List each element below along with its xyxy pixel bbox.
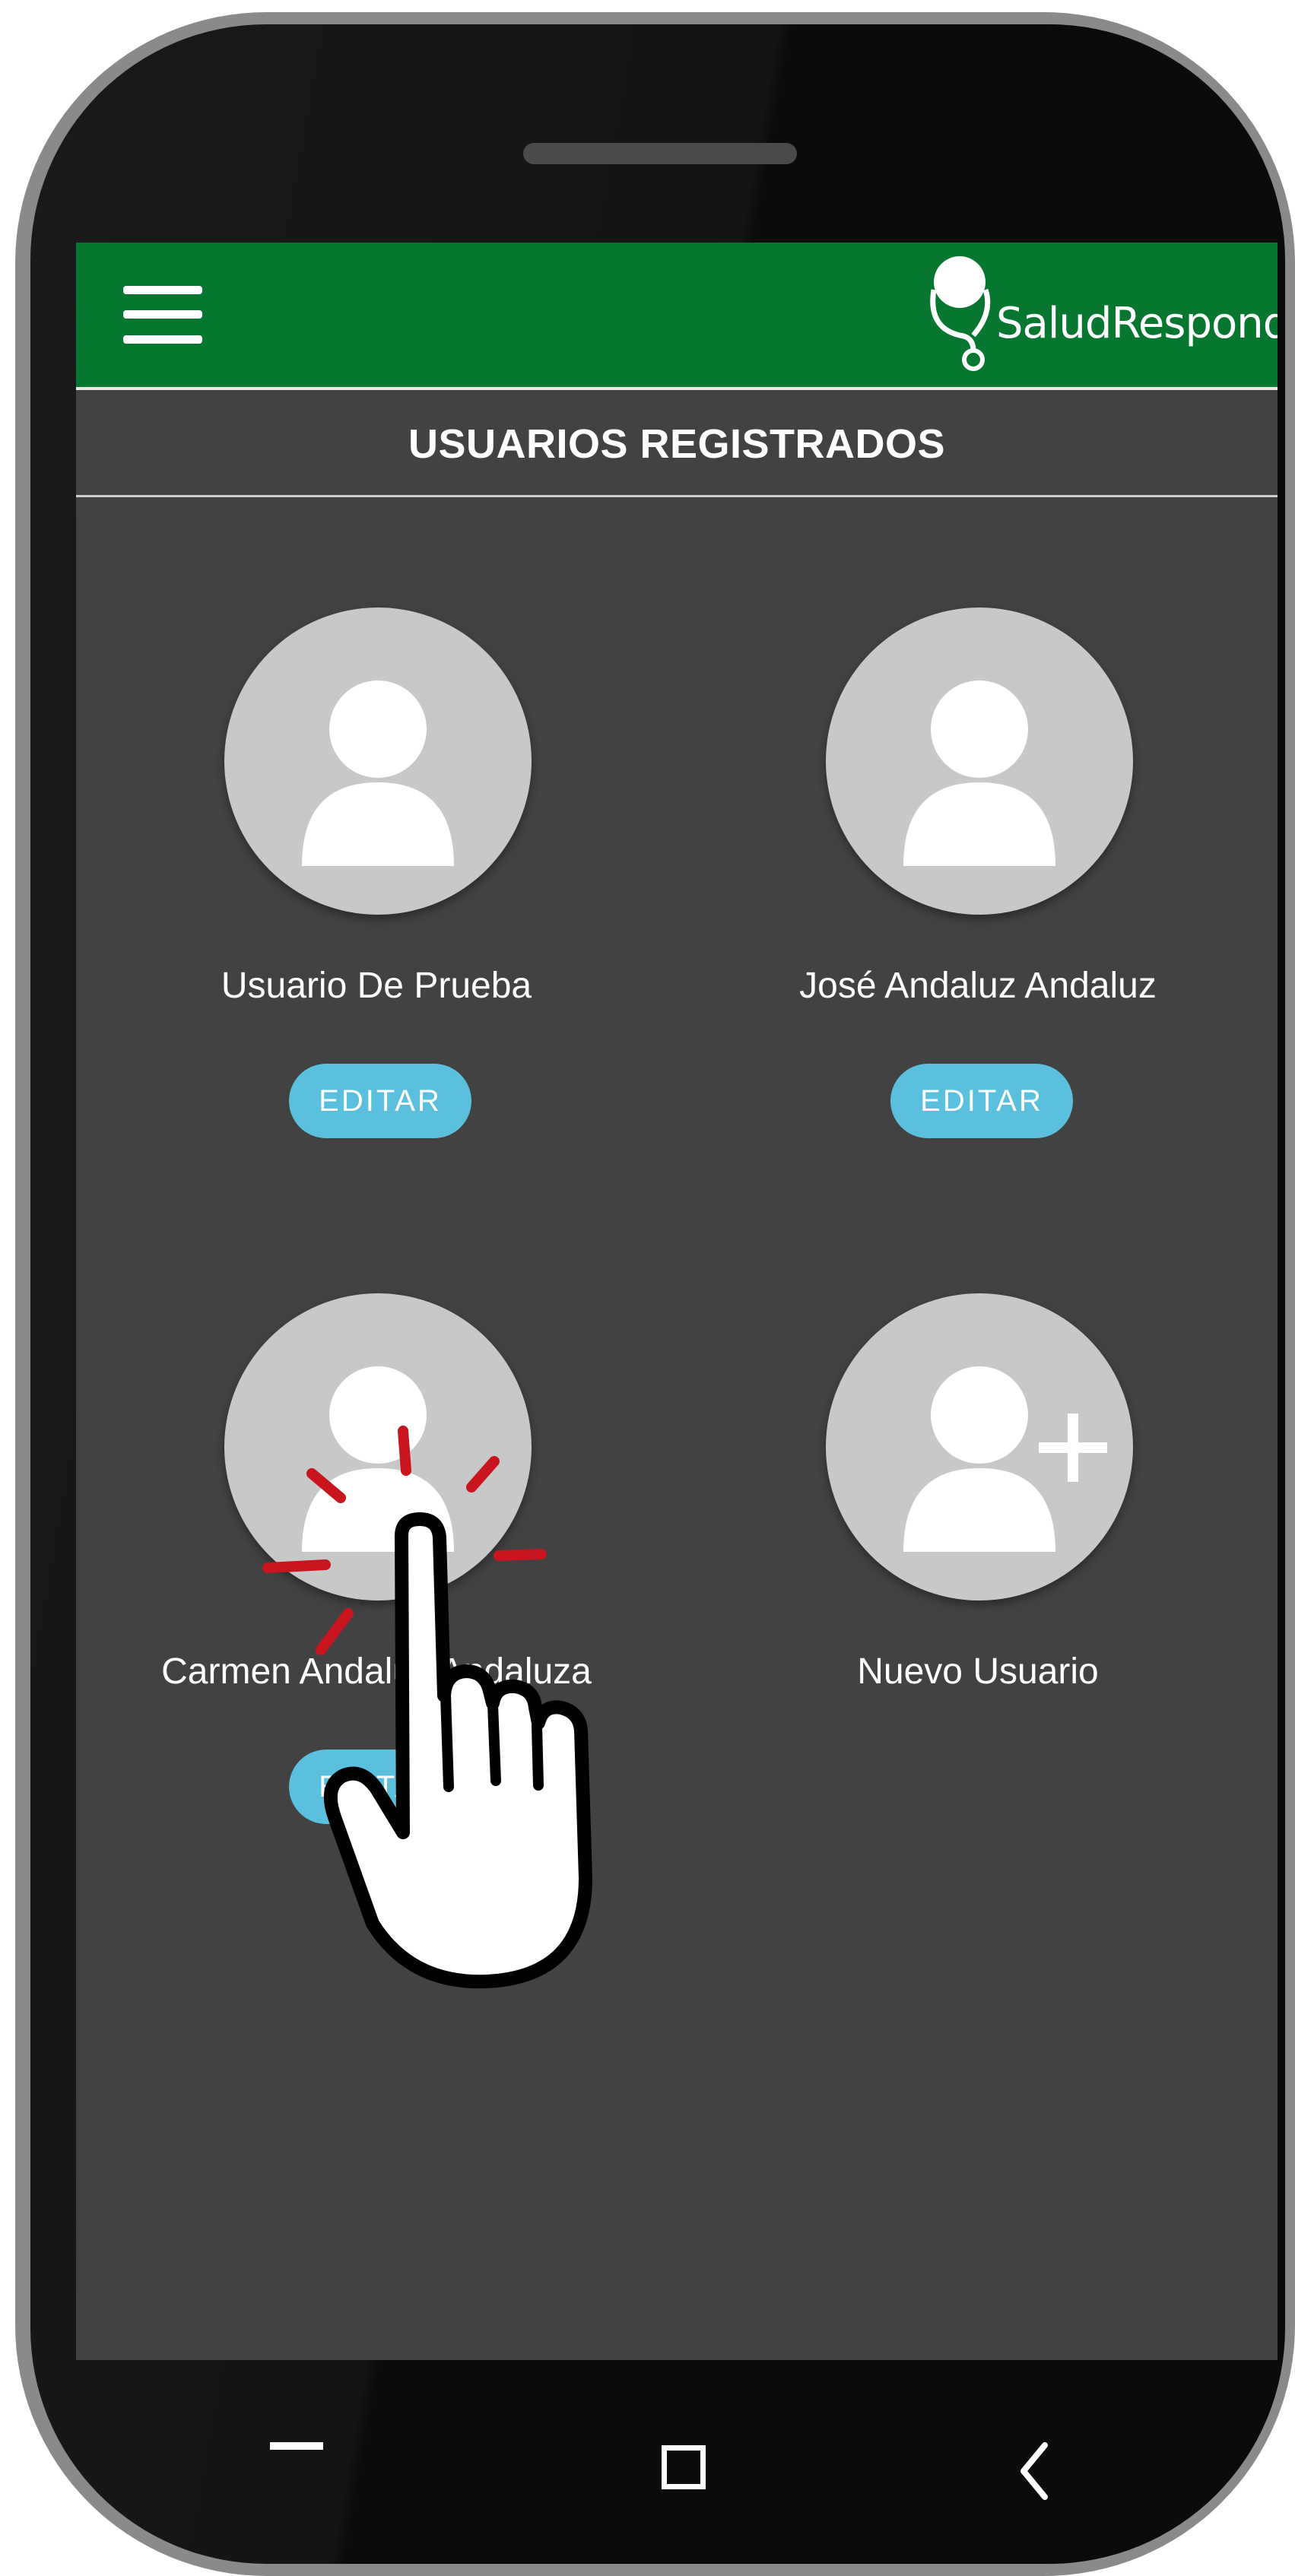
user-name: Carmen Andaluz Andaluza <box>161 1651 592 1692</box>
user-name: Usuario De Prueba <box>221 966 532 1006</box>
home-square-icon[interactable] <box>662 2445 706 2489</box>
new-user-label: Nuevo Usuario <box>857 1651 1099 1692</box>
person-avatar-icon <box>302 680 454 866</box>
user-avatar[interactable] <box>224 608 532 915</box>
hamburger-menu-icon[interactable] <box>123 286 202 344</box>
earpiece-speaker <box>523 143 797 164</box>
user-avatar[interactable] <box>224 1293 532 1600</box>
edit-button[interactable]: EDITAR <box>890 1064 1073 1138</box>
edit-button[interactable]: EDITAR <box>289 1750 471 1824</box>
page-title-bar: USUARIOS REGISTRADOS <box>76 390 1278 497</box>
person-avatar-icon <box>903 680 1055 866</box>
app-screen: SaludResponde USUARIOS REGISTRADOS Usuar… <box>76 243 1278 2360</box>
user-avatar[interactable] <box>826 608 1133 915</box>
phone-body: SaludResponde USUARIOS REGISTRADOS Usuar… <box>30 24 1285 2564</box>
brand-logo: SaludResponde <box>920 252 1278 379</box>
add-person-icon <box>903 1366 1107 1552</box>
phone-frame: SaludResponde USUARIOS REGISTRADOS Usuar… <box>15 12 1295 2576</box>
brand-name: SaludResponde <box>996 299 1278 348</box>
person-avatar-icon <box>302 1366 454 1552</box>
user-name: José Andaluz Andaluz <box>799 966 1157 1006</box>
recents-dash-icon[interactable] <box>270 2442 323 2450</box>
new-user-avatar[interactable] <box>826 1293 1133 1600</box>
page-title: USUARIOS REGISTRADOS <box>408 421 946 467</box>
back-chevron-icon[interactable] <box>1013 2441 1059 2501</box>
edit-button[interactable]: EDITAR <box>289 1064 471 1138</box>
app-header: SaludResponde <box>76 243 1278 390</box>
